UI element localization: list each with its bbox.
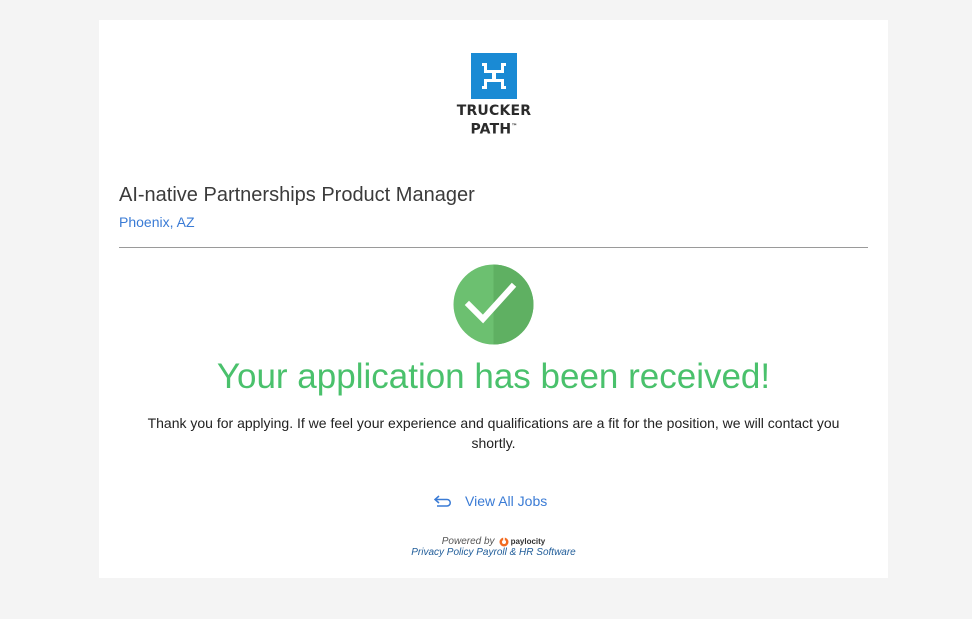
confirmation-card: TRUCKER PATH™ AI-native Partnerships Pro… xyxy=(99,20,888,578)
job-location-link[interactable]: Phoenix, AZ xyxy=(119,214,195,230)
trucker-path-logo-icon xyxy=(471,53,517,99)
company-name-line1: TRUCKER xyxy=(456,103,532,119)
view-all-jobs-label: View All Jobs xyxy=(465,493,548,509)
view-all-jobs-link[interactable]: View All Jobs xyxy=(434,493,547,509)
divider xyxy=(119,247,868,248)
company-name: TRUCKER PATH™ xyxy=(454,103,534,138)
paylocity-name: paylocity xyxy=(510,537,546,546)
paylocity-logo: paylocity xyxy=(499,536,546,547)
confirmation-message: Thank you for applying. If we feel your … xyxy=(147,415,840,451)
confirmation-headline: Your application has been received! xyxy=(216,357,771,396)
trademark-mark: ™ xyxy=(511,123,518,130)
powered-by-label: Powered by xyxy=(441,536,495,547)
powered-by: Powered by paylocity xyxy=(442,536,546,547)
paylocity-logo-icon xyxy=(499,536,509,546)
company-logo: TRUCKER PATH™ xyxy=(454,53,534,138)
privacy-policy-link[interactable]: Privacy Policy Payroll & HR Software xyxy=(99,547,888,558)
return-arrow-icon xyxy=(434,494,451,508)
job-title: AI-native Partnerships Product Manager xyxy=(119,184,475,206)
company-name-line2: PATH xyxy=(470,121,512,138)
check-circle-icon xyxy=(453,264,534,345)
footer: Powered by paylocity Privacy Policy Payr… xyxy=(99,536,888,558)
